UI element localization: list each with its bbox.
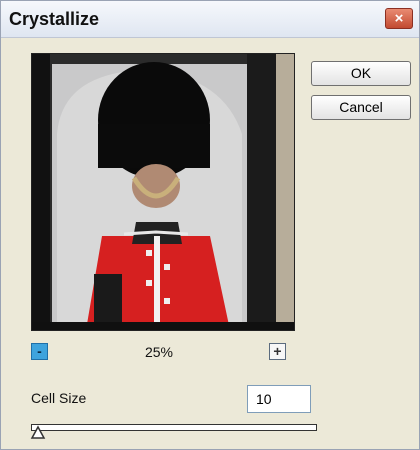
cell-size-slider-track[interactable] (31, 424, 317, 431)
crystallize-dialog: Crystallize × OK Cancel - 25% + Cell Siz… (0, 0, 420, 450)
ok-button[interactable]: OK (311, 61, 411, 86)
cancel-button[interactable]: Cancel (311, 95, 411, 120)
cell-size-input[interactable]: 10 (247, 385, 311, 413)
zoom-in-button[interactable]: + (269, 343, 286, 360)
close-button[interactable]: × (385, 8, 413, 29)
slider-thumb-icon[interactable] (30, 425, 46, 439)
zoom-out-button[interactable]: - (31, 343, 48, 360)
dialog-title: Crystallize (9, 9, 100, 29)
close-icon: × (394, 10, 404, 27)
title-bar: Crystallize × (1, 1, 419, 38)
minus-icon: - (37, 343, 42, 359)
cell-size-label: Cell Size (31, 390, 87, 406)
image-preview[interactable] (31, 53, 295, 331)
plus-icon: + (273, 343, 282, 359)
guard-preview-image (32, 54, 294, 330)
zoom-level: 25% (144, 344, 174, 360)
